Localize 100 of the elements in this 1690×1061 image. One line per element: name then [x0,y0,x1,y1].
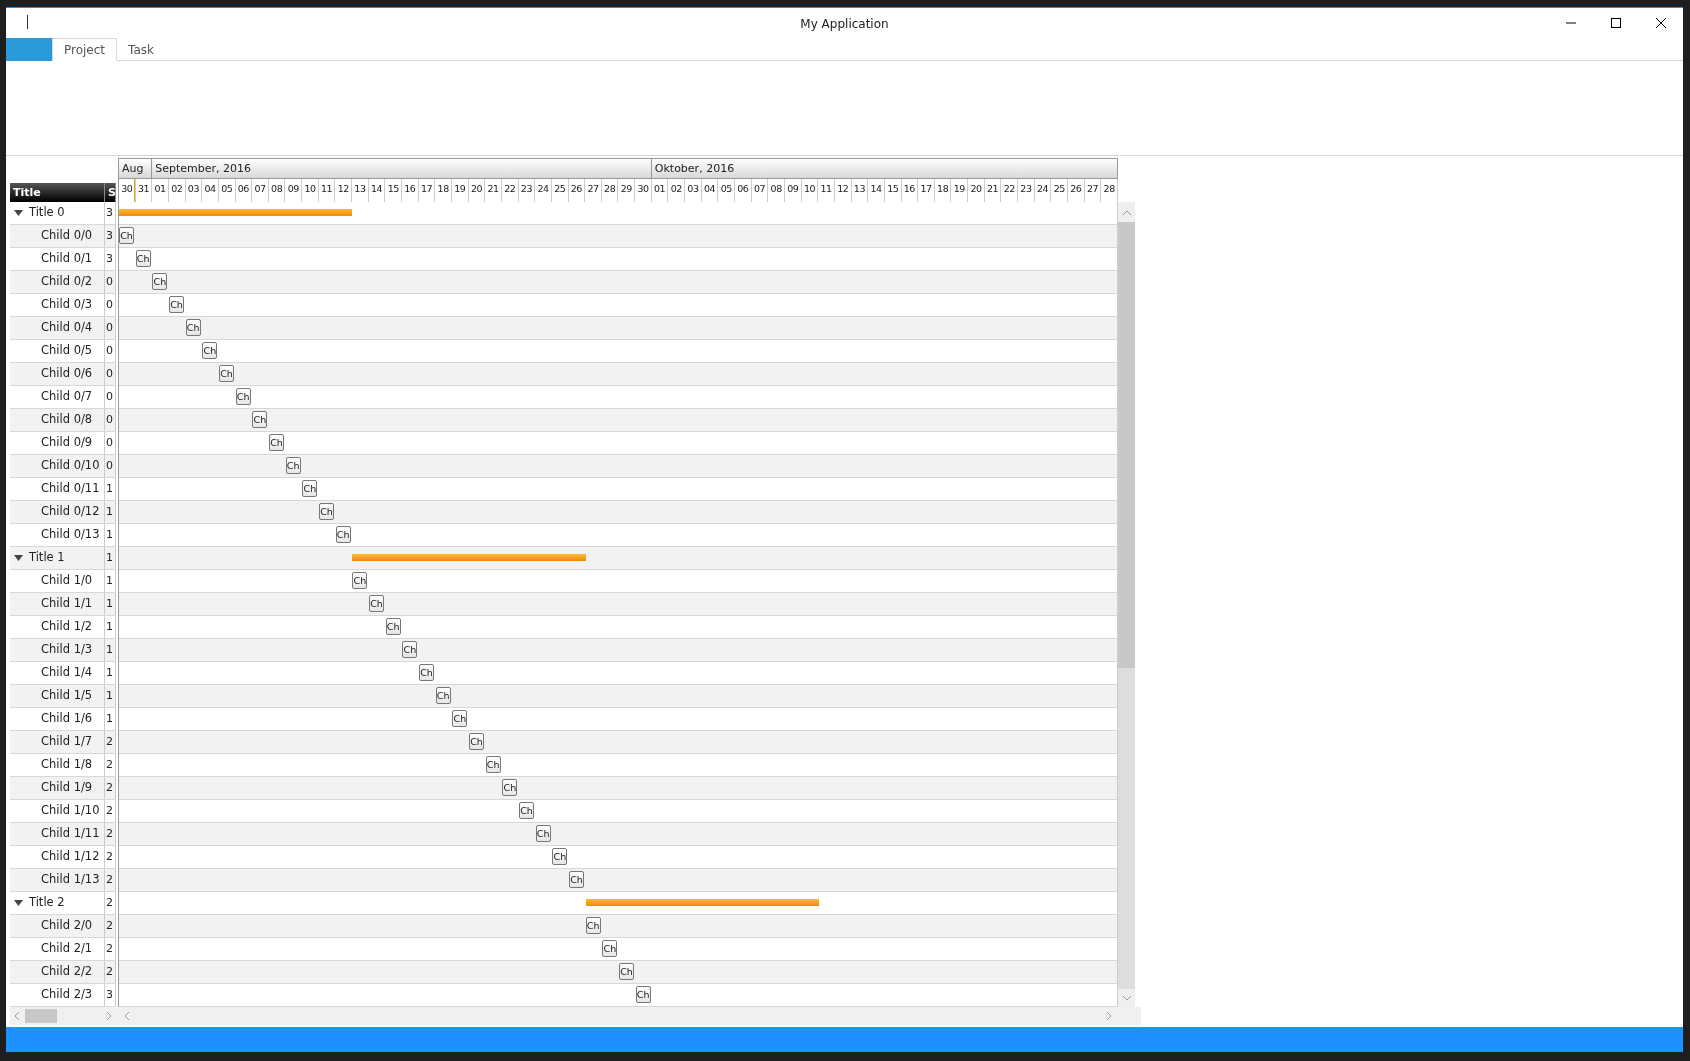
scroll-up-icon[interactable] [1122,209,1131,215]
day-header: 15 [884,179,902,202]
task-bar[interactable]: Ch [619,963,634,980]
day-header: 10 [302,179,319,202]
status-value: 3 [106,986,113,1003]
ribbon-tab[interactable]: Project [52,38,118,61]
task-bar[interactable]: Ch [385,618,401,635]
task-bar[interactable]: Ch [335,526,351,543]
day-header: 12 [335,179,353,202]
scroll-down-icon[interactable] [1122,995,1131,1001]
vertical-scrollbar[interactable] [1118,202,1135,1007]
task-bar[interactable]: Ch [519,802,534,819]
task-bar[interactable]: Ch [219,365,234,382]
scroll-left-icon[interactable] [124,1012,129,1020]
task-bar[interactable]: Ch [535,825,551,842]
status-value: 2 [106,871,113,888]
status-value: 1 [106,480,113,497]
status-value: 2 [106,894,113,911]
task-bar[interactable]: Ch [452,710,468,727]
task-bar[interactable]: Ch [285,457,301,474]
task-bar[interactable]: Ch [552,848,568,865]
task-title: Child 0/10 [41,457,100,475]
task-bar[interactable]: Ch [135,250,151,267]
task-bar[interactable]: Ch [435,687,451,704]
month-header: September, 2016 [152,158,652,179]
task-title: Child 2/0 [41,917,93,935]
summary-bar[interactable] [585,899,819,906]
task-bar[interactable]: Ch [585,917,601,934]
maximize-icon [1610,17,1621,28]
task-title: Child 0/4 [41,319,93,337]
task-title: Child 1/1 [41,595,93,613]
status-value: 1 [106,595,113,612]
scrollbar-thumb[interactable] [25,1009,57,1023]
task-bar[interactable]: Ch [635,986,651,1003]
task-bar[interactable]: Ch [469,733,484,750]
task-title: Child 0/3 [41,296,93,314]
status-value: 0 [106,457,113,474]
task-bar[interactable]: Ch [185,319,201,336]
day-header: 26 [568,179,586,202]
day-header: 04 [202,179,219,202]
task-title: Child 2/1 [41,940,93,958]
summary-bar[interactable] [352,554,586,561]
summary-bar[interactable] [119,209,353,216]
expander-icon[interactable] [14,899,23,907]
day-header: 15 [385,179,403,202]
scroll-right-icon[interactable] [107,1012,112,1020]
task-bar[interactable]: Ch [502,779,518,796]
task-bar[interactable]: Ch [269,434,284,451]
month-header: Aug [119,158,153,179]
status-value: 2 [106,940,113,957]
task-title: Child 1/9 [41,779,93,797]
day-header: 13 [851,179,869,202]
task-bar[interactable]: Ch [319,503,334,520]
column-header[interactable]: Title [10,183,105,202]
day-header: 03 [685,179,702,202]
task-bar[interactable]: Ch [169,296,184,313]
task-bar[interactable]: Ch [485,756,501,773]
task-bar[interactable]: Ch [369,595,384,612]
task-bar[interactable]: Ch [419,664,434,681]
task-title: Child 0/8 [41,411,93,429]
task-bar[interactable]: Ch [202,342,218,359]
column-header[interactable]: S [105,183,116,202]
status-value: 3 [106,204,113,221]
task-bar[interactable]: Ch [119,227,134,244]
ribbon-tab[interactable]: Task [117,38,165,61]
scrollbar-thumb[interactable] [1118,222,1135,668]
task-bar[interactable]: Ch [152,273,168,290]
expander-icon[interactable] [14,554,23,562]
day-header: 03 [185,179,203,202]
task-title: Child 0/9 [41,434,93,452]
task-bar[interactable]: Ch [569,871,584,888]
app-menu-button[interactable] [6,38,52,61]
task-title: Child 0/11 [41,480,100,498]
day-header: 01 [152,179,169,202]
scroll-left-icon[interactable] [14,1012,19,1020]
expander-icon[interactable] [14,209,23,217]
status-value: 1 [106,549,113,566]
task-bar[interactable]: Ch [352,572,368,589]
status-value: 0 [106,365,113,382]
status-value: 0 [106,296,113,313]
task-title: Child 0/13 [41,526,100,544]
task-title: Child 1/4 [41,664,93,682]
day-header: 16 [402,179,419,202]
task-title: Child 1/2 [41,618,93,636]
day-header: 08 [268,179,286,202]
day-header: 28 [1101,179,1118,202]
task-title: Title 0 [29,204,65,222]
task-title: Child 1/5 [41,687,93,705]
task-bar[interactable]: Ch [602,940,618,957]
status-value: 0 [106,388,113,405]
task-title: Child 0/12 [41,503,100,521]
task-bar[interactable]: Ch [252,411,268,428]
status-value: 2 [106,917,113,934]
status-value: 1 [106,618,113,635]
task-bar[interactable]: Ch [235,388,251,405]
task-bar[interactable]: Ch [302,480,318,497]
scroll-right-icon[interactable] [1107,1012,1112,1020]
task-bar[interactable]: Ch [402,641,418,658]
day-header: 27 [585,179,602,202]
status-value: 1 [106,664,113,681]
